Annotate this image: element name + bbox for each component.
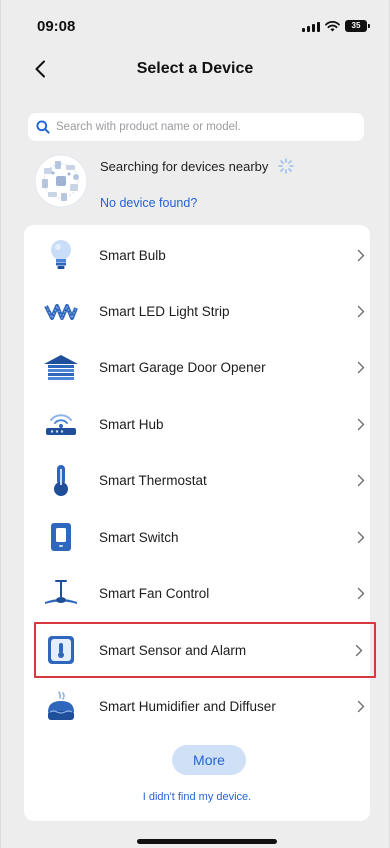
page-title: Select a Device (136, 60, 254, 77)
device-item-smart-bulb[interactable]: Smart Bulb (36, 227, 376, 283)
search-input[interactable] (56, 121, 356, 133)
home-indicator (137, 839, 277, 844)
device-item-smart-hub[interactable]: Smart Hub (36, 396, 376, 452)
chevron-right-icon (354, 530, 368, 544)
chevron-left-icon (35, 60, 45, 78)
chevron-right-icon (354, 248, 368, 262)
fan-icon (39, 571, 83, 615)
nav-bar: Select a Device (1, 52, 389, 86)
device-item-smart-garage-door-opener[interactable]: Smart Garage Door Opener (36, 339, 376, 395)
device-label: Smart Thermostat (99, 472, 207, 488)
battery-icon: 35 (345, 20, 370, 32)
status-icons: 35 (302, 20, 370, 32)
wifi-icon (325, 20, 340, 31)
switch-icon (39, 515, 83, 559)
device-label: Smart Humidifier and Diffuser (99, 698, 276, 714)
device-label: Smart Bulb (99, 247, 166, 263)
sensor-icon (39, 628, 83, 672)
status-time: 09:08 (37, 17, 76, 35)
nearby-status-text: Searching for devices nearby (100, 158, 269, 174)
humidifier-icon (39, 684, 83, 728)
device-label: Smart Garage Door Opener (99, 359, 266, 375)
chevron-right-icon (354, 360, 368, 374)
device-item-smart-humidifier-and-diffuser[interactable]: Smart Humidifier and Diffuser (36, 678, 376, 734)
device-item-smart-led-light-strip[interactable]: Smart LED Light Strip (36, 283, 376, 339)
nearby-search-status: Searching for devices nearby (100, 158, 295, 174)
light-strip-icon (39, 289, 83, 333)
search-icon (36, 120, 50, 134)
back-button[interactable] (29, 58, 51, 80)
chevron-right-icon (354, 586, 368, 600)
device-label: Smart Switch (99, 529, 179, 545)
chevron-right-icon (354, 417, 368, 431)
cellular-signal-icon (302, 21, 320, 32)
device-label: Smart Sensor and Alarm (99, 642, 247, 658)
garage-door-icon (39, 345, 83, 389)
device-selection-screen: 09:08 35 Select a Device Search with pro… (0, 0, 390, 848)
device-item-smart-thermostat[interactable]: Smart Thermostat (36, 452, 376, 508)
device-category-list: Smart Bulb Smart LED Light Strip Smart G… (24, 225, 376, 821)
loading-spinner-icon (278, 158, 295, 174)
device-label: Smart LED Light Strip (99, 303, 230, 319)
didnt-find-device-link[interactable]: I didn't find my device. (24, 791, 370, 803)
more-button[interactable]: More (172, 745, 246, 775)
device-label: Smart Hub (99, 416, 164, 432)
device-item-smart-switch[interactable]: Smart Switch (36, 509, 376, 565)
chevron-right-icon (354, 473, 368, 487)
device-label: Smart Fan Control (99, 585, 210, 601)
bulb-icon (39, 233, 83, 277)
device-item-smart-sensor-and-alarm[interactable]: Smart Sensor and Alarm (34, 622, 376, 678)
no-device-found-link[interactable]: No device found? (100, 196, 197, 210)
status-bar: 09:08 35 (1, 0, 389, 52)
chevron-right-icon (354, 304, 368, 318)
chevron-right-icon (354, 699, 368, 713)
device-item-smart-fan-control[interactable]: Smart Fan Control (36, 565, 376, 621)
hub-icon (39, 402, 83, 446)
nearby-devices-illustration (34, 152, 88, 210)
thermostat-icon (39, 458, 83, 502)
chevron-right-icon (352, 643, 366, 657)
search-bar[interactable] (28, 113, 364, 141)
